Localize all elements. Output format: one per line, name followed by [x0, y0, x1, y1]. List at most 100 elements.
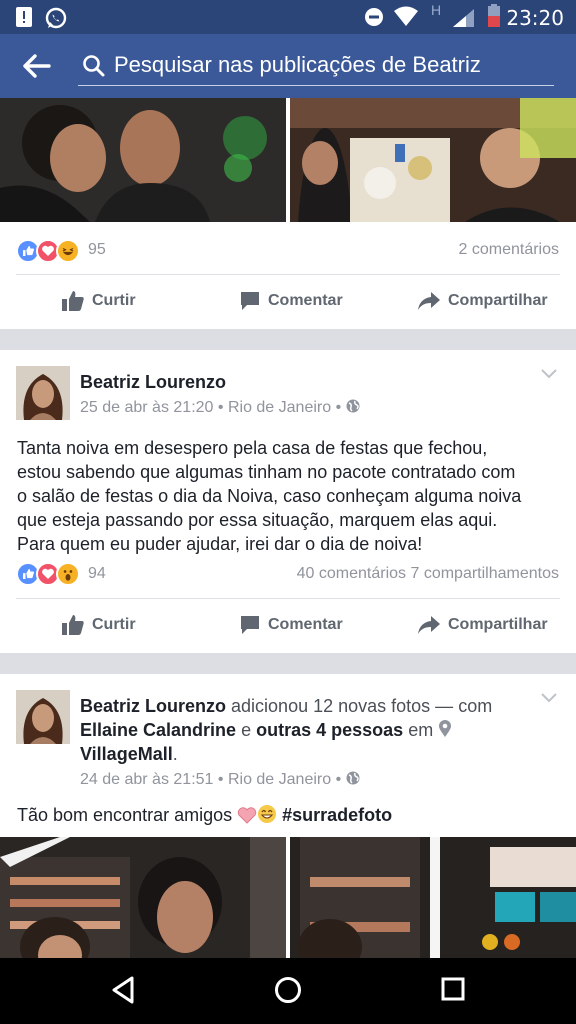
tagged-others-link[interactable]: outras 4 pessoas	[256, 720, 403, 740]
profile-photo	[16, 366, 70, 420]
post-text: Tão bom encontrar amigos #surradefoto	[17, 803, 562, 827]
post-location: Rio de Janeiro	[227, 771, 332, 788]
search-header: Pesquisar nas publicações de Beatriz	[0, 34, 576, 98]
post-text: Tanta noiva em desespero pela casa de fe…	[17, 436, 562, 556]
chevron-down-icon[interactable]	[540, 368, 558, 380]
photo-gallery-previous-post	[0, 98, 576, 222]
photo-1[interactable]	[0, 837, 286, 958]
battery-icon	[488, 4, 500, 27]
author-name[interactable]: Beatriz Lourenzo	[80, 696, 226, 716]
makeup-shelf-photo	[290, 837, 576, 958]
engagement-counts: 40 comentários 7 compartilhamentos	[297, 565, 559, 583]
comment-label: Comentar	[268, 292, 343, 309]
globe-icon	[346, 771, 360, 785]
separator: •	[217, 399, 224, 416]
author-name[interactable]: Beatriz Lourenzo	[80, 372, 226, 393]
separator: •	[335, 771, 342, 788]
post-text-line: o salão de festas o dia da Noiva, caso c…	[17, 486, 522, 506]
post-meta: 25 de abr às 21:20 • Rio de Janeiro •	[80, 399, 360, 417]
like-label: Curtir	[92, 616, 136, 633]
comments-count-link[interactable]: 2 comentários	[459, 241, 560, 259]
activity-text: adicionou 12 novas fotos —	[231, 696, 454, 716]
network-type-label: H	[431, 2, 442, 18]
location-pin-icon	[439, 720, 452, 737]
post-date[interactable]: 24 de abr às 21:51	[80, 771, 213, 788]
comment-button[interactable]: Comentar	[240, 610, 343, 640]
photo-gallery	[0, 837, 576, 958]
chevron-down-icon[interactable]	[540, 692, 558, 704]
back-triangle-icon[interactable]	[110, 976, 136, 1004]
separator: •	[335, 399, 342, 416]
post-header: Beatriz Lourenzo adicionou 12 novas foto…	[80, 694, 520, 766]
selfie-photo	[0, 98, 286, 222]
status-bar: H 23:20	[0, 0, 576, 34]
share-label: Compartilhar	[448, 616, 548, 633]
search-placeholder: Pesquisar nas publicações de Beatriz	[114, 52, 481, 77]
post-text-line: Tanta noiva em desespero pela casa de fe…	[17, 438, 488, 458]
share-button[interactable]: Compartilhar	[418, 610, 548, 640]
place-tag[interactable]: VillageMall	[80, 744, 173, 764]
like-button[interactable]: Curtir	[62, 610, 136, 640]
android-nav-bar	[0, 958, 576, 1024]
do-not-disturb-icon	[365, 8, 383, 26]
photo-1[interactable]	[0, 98, 286, 222]
wifi-icon	[394, 6, 418, 26]
search-icon	[83, 55, 105, 77]
heart-emoji-icon	[237, 807, 257, 824]
wow-reaction-icon	[56, 562, 80, 586]
post-text-line: estou sabendo que algumas tinham no paco…	[17, 462, 516, 482]
tagged-person[interactable]: Ellaine Calandrine	[80, 720, 236, 740]
reaction-count: 94	[88, 565, 106, 582]
recent-apps-square-icon[interactable]	[441, 976, 465, 1002]
post-caption: Tão bom encontrar amigos	[17, 805, 233, 825]
alert-icon	[16, 7, 32, 27]
with-text: com	[458, 696, 493, 716]
share-label: Compartilhar	[448, 292, 548, 309]
home-circle-icon[interactable]	[274, 976, 302, 1004]
post-meta: 24 de abr às 21:51 • Rio de Janeiro •	[80, 771, 360, 789]
post-date[interactable]: 25 de abr às 21:20	[80, 399, 213, 416]
like-button[interactable]: Curtir	[62, 286, 136, 316]
post-footer-previous: 95 2 comentários Curtir Comentar Compart…	[0, 222, 576, 329]
comment-icon	[241, 616, 259, 634]
divider	[16, 598, 560, 599]
like-label: Curtir	[92, 292, 136, 309]
separator: •	[217, 771, 224, 788]
reaction-count: 95	[88, 241, 106, 258]
at-text: em	[408, 720, 434, 740]
comment-label: Comentar	[268, 616, 343, 633]
avatar[interactable]	[16, 366, 70, 420]
divider	[16, 274, 560, 275]
haha-reaction-icon	[56, 239, 80, 263]
globe-icon	[346, 399, 360, 413]
share-arrow-icon	[418, 292, 440, 310]
comment-button[interactable]: Comentar	[240, 286, 343, 316]
thumbs-up-icon	[62, 615, 84, 635]
and-text: e	[241, 720, 252, 740]
post-card: Beatriz Lourenzo adicionou 12 novas foto…	[0, 674, 576, 837]
photo-2[interactable]	[290, 98, 576, 222]
back-arrow-icon[interactable]	[22, 52, 52, 80]
share-arrow-icon	[418, 616, 440, 634]
hashtag-link[interactable]: #surradefoto	[282, 805, 392, 825]
photo-2[interactable]	[290, 837, 576, 958]
restaurant-photo	[290, 98, 576, 222]
post-location: Rio de Janeiro	[227, 399, 332, 416]
search-input[interactable]: Pesquisar nas publicações de Beatriz	[78, 44, 554, 86]
share-button[interactable]: Compartilhar	[418, 286, 548, 316]
makeup-store-selfie-photo	[0, 837, 286, 958]
post-card: Beatriz Lourenzo 25 de abr às 21:20 • Ri…	[0, 350, 576, 653]
cell-signal-icon	[453, 9, 474, 27]
shares-count-link[interactable]: 7 compartilhamentos	[410, 565, 559, 582]
post-text-line: que esteja passando por essa situação, m…	[17, 510, 498, 530]
profile-photo	[16, 690, 70, 744]
post-text-line: Para quem eu puder ajudar, irei dar o di…	[17, 534, 423, 554]
avatar[interactable]	[16, 690, 70, 744]
period: .	[172, 744, 178, 764]
whatsapp-icon	[45, 7, 67, 29]
comments-count-link[interactable]: 40 comentários	[297, 565, 406, 582]
clock: 23:20	[506, 6, 564, 30]
thumbs-up-icon	[62, 291, 84, 311]
comment-icon	[241, 292, 259, 310]
grin-emoji-icon	[258, 805, 277, 823]
